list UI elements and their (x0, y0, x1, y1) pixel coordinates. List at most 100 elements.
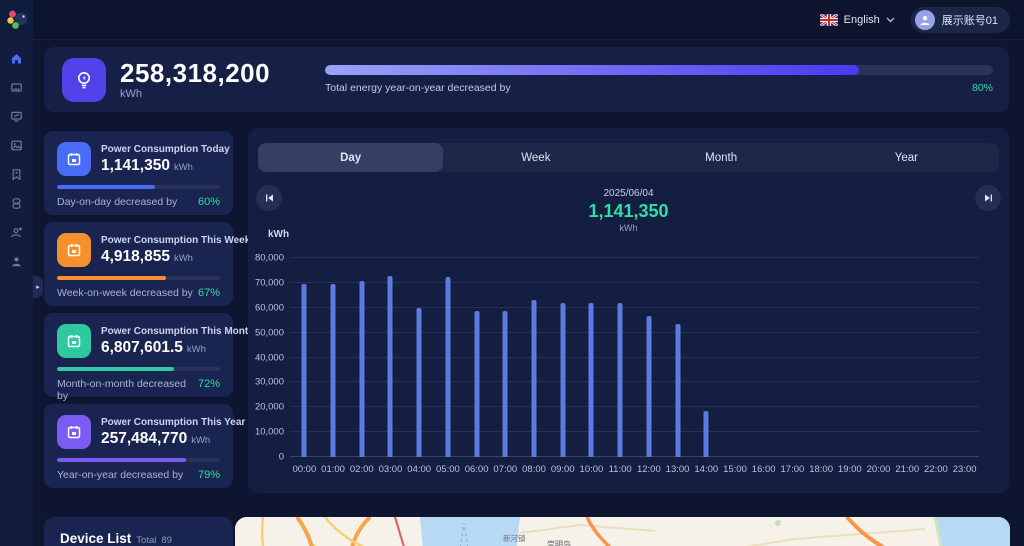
sidebar-item-billing[interactable] (0, 73, 33, 102)
tab-year[interactable]: Year (814, 143, 999, 172)
sidebar-item-home[interactable] (0, 44, 33, 73)
stat-value: 6,807,601.5 (101, 338, 183, 356)
y-axis-tick: 40,000 (254, 352, 284, 363)
chart-gridline (290, 456, 979, 457)
device-list-total-value: 89 (161, 535, 172, 546)
chart-bar (387, 276, 393, 457)
stat-label: Month-on-month decreased by (57, 378, 186, 402)
stat-card-week: Power Consumption This Week 4,918,855 kWh… (44, 222, 250, 306)
stat-unit: kWh (173, 161, 193, 173)
x-axis-tick: 22:00 (924, 464, 948, 475)
stat-title: Power Consumption Today (101, 143, 230, 155)
chart-bar (502, 311, 508, 457)
x-axis-tick: 16:00 (751, 464, 776, 475)
sidebar-item-gallery[interactable] (0, 131, 33, 160)
stat-progress-fill (57, 367, 175, 371)
stat-value: 257,484,770 (101, 429, 188, 447)
stat-progress-track (57, 276, 220, 280)
y-axis-tick: 20,000 (254, 401, 284, 413)
calendar-week-icon (57, 233, 91, 267)
chart-gridline (290, 257, 979, 258)
stat-card-month: Power Consumption This Month 6,807,601.5… (44, 313, 254, 402)
sidebar: ▸ (0, 40, 43, 546)
y-axis-tick: 70,000 (254, 277, 284, 289)
sidebar-item-bookmark[interactable] (0, 160, 33, 189)
stat-title: Power Consumption This Week (101, 234, 251, 246)
map-label-island: 崇明岛 (547, 539, 571, 546)
chart-gridline (290, 331, 979, 333)
stat-percent: 60% (197, 196, 220, 208)
chart-bar (301, 283, 307, 457)
y-axis-unit-label: kWh (268, 229, 290, 240)
monitor-icon (11, 111, 22, 122)
x-axis-tick: 00:00 (292, 464, 317, 475)
billing-icon (11, 83, 22, 92)
chart-gridline (290, 381, 979, 383)
uk-flag-icon (819, 14, 838, 26)
stat-card-today: Power Consumption Today 1,141,350 kWh Day… (44, 131, 233, 215)
user-menu[interactable]: 展示账号01 (910, 7, 1010, 33)
chart-bar (588, 303, 594, 457)
calendar-month-icon (57, 324, 91, 358)
y-axis-tick: 0 (278, 451, 284, 463)
x-axis-tick: 15:00 (723, 464, 747, 475)
x-axis-tick: 06:00 (464, 464, 489, 475)
sidebar-collapse-handle[interactable]: ▸ (33, 276, 43, 298)
x-axis-tick: 23:00 (952, 464, 977, 475)
sidebar-item-data[interactable] (0, 189, 33, 218)
language-selector[interactable]: English (819, 14, 895, 26)
x-axis-tick: 17:00 (780, 464, 805, 475)
x-axis-tick: 01:00 (321, 464, 345, 475)
x-axis-tick: 02:00 (349, 464, 374, 475)
chart-gridline (290, 306, 979, 308)
total-energy-value: 258,318,200 (120, 58, 271, 88)
chart-bar (646, 316, 652, 457)
stat-card-year: Power Consumption This Year 257,484,770 k… (44, 404, 245, 488)
chart-day-total: 1,141,350 (588, 201, 669, 221)
stat-unit: kWh (173, 252, 193, 264)
chart-bar (560, 303, 566, 457)
stat-progress-fill (57, 185, 155, 189)
chart-bar (531, 299, 537, 457)
topbar: English 展示账号01 (0, 0, 1024, 40)
period-tabs: Day Week Month Year (258, 143, 999, 172)
chart-xlabels: 00:00 01:00 02:00 03:00 04:00 05:00 06:00 07:00… (290, 464, 979, 478)
sidebar-item-alarm[interactable] (0, 218, 33, 247)
stat-progress-fill (57, 458, 186, 462)
bookmark-user-icon (12, 169, 21, 181)
total-progress-label: Total energy year-on-year decreased by (325, 82, 511, 94)
x-axis-tick: 14:00 (694, 464, 719, 475)
chart-day-unit: kWh (619, 223, 638, 233)
app-logo[interactable] (0, 0, 33, 40)
x-axis-tick: 20:00 (866, 464, 891, 475)
total-progress-track (325, 65, 993, 75)
tab-month[interactable]: Month (629, 143, 814, 172)
x-axis-tick: 18:00 (809, 464, 833, 475)
total-energy-unit: kWh (120, 88, 142, 100)
x-axis-tick: 19:00 (837, 464, 862, 475)
sidebar-item-user[interactable] (0, 247, 33, 276)
chart-gridline (290, 356, 979, 358)
y-axis-tick: 80,000 (254, 252, 284, 264)
stat-progress-track (57, 458, 220, 462)
x-axis-tick: 13:00 (665, 464, 690, 475)
total-energy-card: 258,318,200 kWh Total energy year-on-yea… (44, 47, 1009, 112)
stat-value: 4,918,855 (101, 247, 170, 265)
total-progress-fill (325, 65, 860, 75)
total-progress: Total energy year-on-year decreased by 8… (325, 65, 993, 94)
x-axis-tick: 08:00 (522, 464, 546, 475)
chart-bar (330, 283, 336, 457)
chart-plot (290, 257, 979, 457)
bulb-energy-icon (62, 57, 106, 102)
stat-label: Year-on-year decreased by (57, 469, 184, 481)
x-axis-tick: 12:00 (636, 464, 661, 475)
device-map[interactable]: 新河镇 崇明岛 (235, 517, 1010, 546)
sidebar-item-monitoring[interactable] (0, 102, 33, 131)
x-axis-tick: 10:00 (579, 464, 604, 475)
x-axis-tick: 05:00 (436, 464, 460, 475)
stat-progress-track (57, 367, 220, 371)
x-axis-tick: 07:00 (493, 464, 518, 475)
home-icon (12, 54, 21, 64)
tab-week[interactable]: Week (443, 143, 628, 172)
tab-day[interactable]: Day (258, 143, 444, 172)
